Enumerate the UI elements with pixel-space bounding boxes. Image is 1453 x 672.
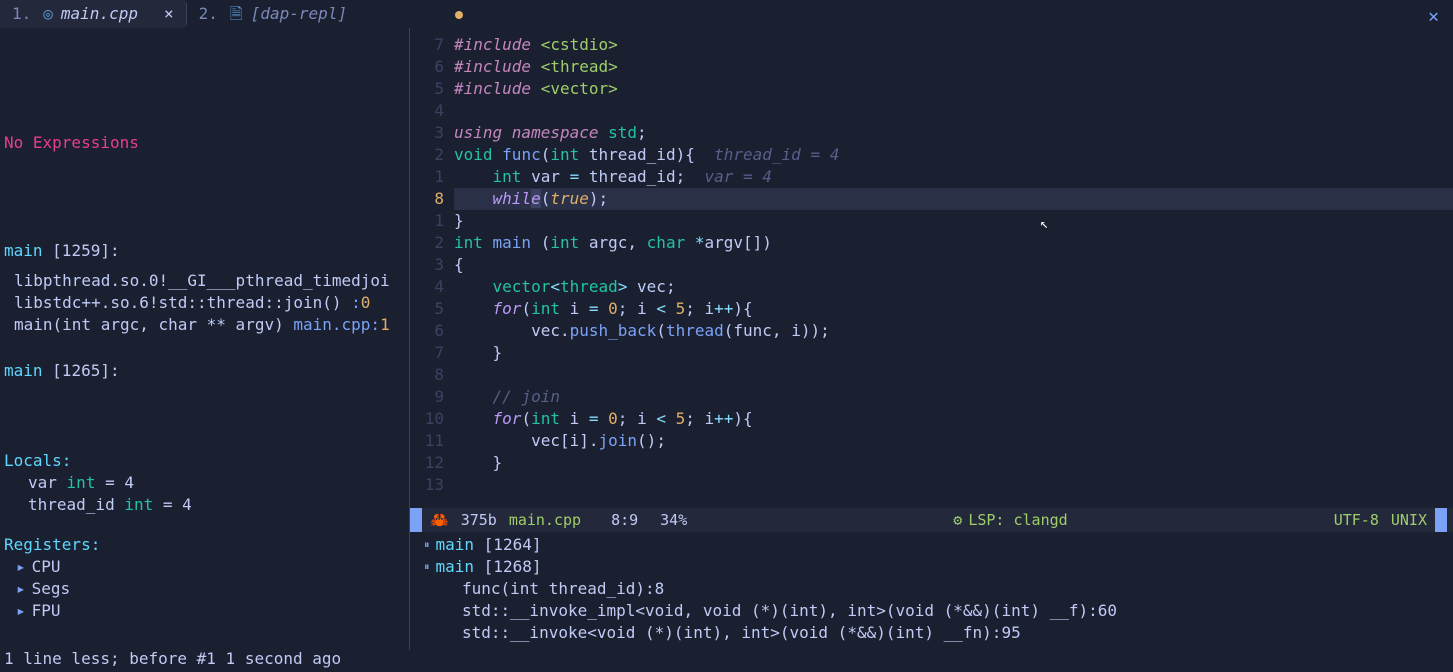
c-file-icon: ◎ bbox=[43, 3, 53, 25]
modified-dot-icon bbox=[455, 11, 463, 19]
register-group[interactable]: ▸Segs bbox=[4, 578, 409, 600]
gear-icon: ⚙ bbox=[953, 509, 962, 531]
chevron-right-icon: ▸ bbox=[16, 601, 26, 620]
thread-name: main bbox=[4, 361, 43, 380]
scroll-percent: 34% bbox=[660, 509, 687, 531]
thread-pid: [1259]: bbox=[52, 241, 119, 260]
chevron-right-icon: ▸ bbox=[16, 557, 26, 576]
debug-sidebar: No Expressions main [1259]: libpthread.s… bbox=[0, 28, 410, 650]
main-area: No Expressions main [1259]: libpthread.s… bbox=[0, 28, 1453, 650]
thread-stack-frame[interactable]: func(int thread_id):8 bbox=[438, 578, 1453, 600]
local-variable[interactable]: thread_id int = 4 bbox=[4, 494, 409, 516]
thread-stack-frame[interactable]: std::__invoke<void (*)(int), int>(void (… bbox=[438, 622, 1453, 644]
file-icon: 🗎 bbox=[230, 3, 243, 25]
tab-main-cpp[interactable]: 1. ◎ main.cpp × bbox=[0, 0, 186, 28]
register-group[interactable]: ▸CPU bbox=[4, 556, 409, 578]
debug-threads-pane: ⏸main [1264]⏸main [1268]func(int thread_… bbox=[410, 532, 1453, 650]
file-format: UNIX bbox=[1391, 509, 1427, 531]
stack-frame[interactable]: libpthread.so.0!__GI___pthread_timedjoi bbox=[4, 270, 409, 292]
end-indicator bbox=[1435, 508, 1447, 532]
encoding: UTF-8 bbox=[1334, 509, 1379, 531]
file-size: 375b bbox=[461, 509, 497, 531]
pause-icon: ⏸ bbox=[424, 560, 430, 573]
lsp-status: LSP: clangd bbox=[968, 509, 1067, 531]
code-area[interactable]: 7654321812345678910111213 #include <cstd… bbox=[410, 28, 1453, 508]
line-gutter: 7654321812345678910111213 bbox=[410, 34, 454, 508]
command-message: 1 line less; before #1 1 second ago bbox=[4, 648, 341, 670]
status-line: 🦀 375b main.cpp 8:9 34% ⚙ LSP: clangd UT… bbox=[410, 508, 1453, 532]
code-body[interactable]: #include <cstdio>#include <thread>#inclu… bbox=[454, 34, 1453, 508]
register-group[interactable]: ▸FPU bbox=[4, 600, 409, 622]
editor-pane: 7654321812345678910111213 #include <cstd… bbox=[410, 28, 1453, 650]
close-editor-icon[interactable]: ✕ bbox=[1428, 6, 1439, 28]
tab-number: 1. bbox=[12, 3, 31, 25]
pause-icon: ⏸ bbox=[424, 538, 430, 551]
stack-frame[interactable]: main(int argc, char ** argv) main.cpp:1 bbox=[4, 314, 409, 336]
chevron-right-icon: ▸ bbox=[16, 579, 26, 598]
callstack-thread-1[interactable]: main [1265]: bbox=[4, 360, 409, 382]
mode-indicator bbox=[410, 508, 422, 532]
close-tab-icon[interactable]: × bbox=[164, 3, 174, 25]
thread-entry[interactable]: ⏸main [1264] bbox=[438, 534, 1453, 556]
registers-title: Registers: bbox=[4, 534, 409, 556]
thread-entry[interactable]: ⏸main [1268] bbox=[438, 556, 1453, 578]
callstack-thread-0[interactable]: main [1259]: bbox=[4, 240, 409, 262]
thread-stack-frame[interactable]: std::__invoke_impl<void, void (*)(int), … bbox=[438, 600, 1453, 622]
local-variable[interactable]: var int = 4 bbox=[4, 472, 409, 494]
stack-frame[interactable]: libstdc++.so.6!std::thread::join() :0 bbox=[4, 292, 409, 314]
tab-number: 2. bbox=[199, 3, 218, 25]
cursor-position: 8:9 bbox=[611, 509, 638, 531]
thread-name: main bbox=[4, 241, 43, 260]
tab-bar: 1. ◎ main.cpp × 2. 🗎 [dap-repl] bbox=[0, 0, 1453, 28]
tab-filename: main.cpp bbox=[61, 3, 138, 25]
locals-title: Locals: bbox=[4, 450, 409, 472]
tab-dap-repl[interactable]: 2. 🗎 [dap-repl] bbox=[187, 0, 359, 28]
crab-icon: 🦀 bbox=[430, 509, 449, 531]
watches-empty: No Expressions bbox=[4, 132, 409, 154]
tab-filename: [dap-repl] bbox=[251, 3, 347, 25]
status-filename: main.cpp bbox=[509, 509, 581, 531]
thread-pid: [1265]: bbox=[52, 361, 119, 380]
